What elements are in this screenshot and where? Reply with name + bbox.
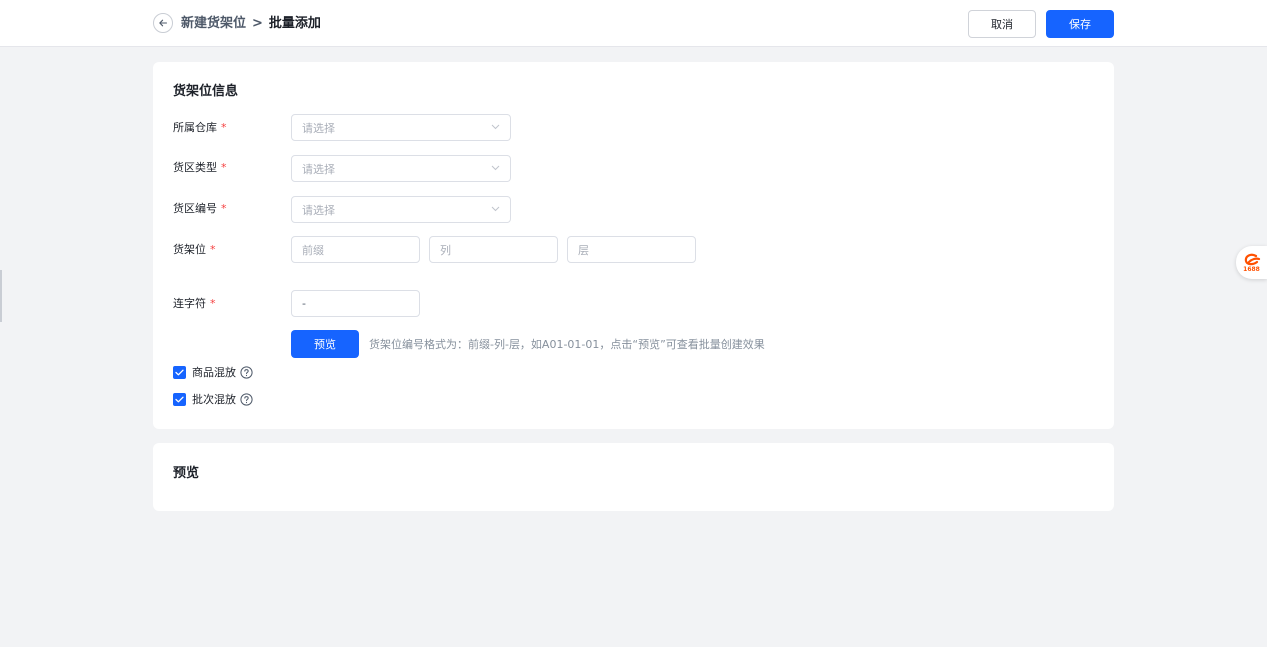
zone-type-select[interactable]: 请选择 (291, 155, 511, 182)
zone-code-placeholder: 请选择 (302, 203, 335, 217)
zone-type-label-text: 货区类型 (173, 161, 217, 174)
format-hint: 货架位编号格式为：前缀-列-层，如A01-01-01，点击“预览”可查看批量创建… (369, 338, 765, 351)
check-icon (175, 369, 184, 375)
shelf-label-text: 货架位 (173, 243, 206, 256)
connector-label-text: 连字符 (173, 297, 206, 310)
connector-label: 连字符 * (173, 296, 216, 312)
top-header: 新建货架位 > 批量添加 取消 保存 (0, 0, 1267, 47)
required-mark: * (221, 161, 227, 174)
check-icon (175, 396, 184, 402)
save-button[interactable]: 保存 (1046, 10, 1114, 38)
shelf-info-card: 货架位信息 所属仓库 * 请选择 货区类型 * 请选择 货区编号 * 请选择 货架位 *… (153, 62, 1114, 429)
alibaba-1688-widget[interactable]: 1688 (1236, 246, 1267, 279)
required-mark: * (210, 297, 216, 310)
help-icon[interactable] (240, 365, 253, 379)
widget-logo-text: 1688 (1243, 265, 1260, 273)
mix-goods-row: 商品混放 (173, 364, 253, 380)
warehouse-select[interactable]: 请选择 (291, 114, 511, 141)
mix-batch-checkbox[interactable] (173, 392, 186, 406)
shelf-column-placeholder: 列 (440, 243, 451, 257)
card-title: 货架位信息 (173, 84, 239, 99)
preview-card: 预览 (153, 443, 1114, 511)
mix-batch-row: 批次混放 (173, 391, 253, 407)
connector-input[interactable]: - (291, 290, 420, 317)
required-mark: * (210, 243, 216, 256)
shelf-layer-placeholder: 层 (578, 243, 589, 257)
chevron-down-icon (491, 124, 500, 130)
breadcrumb-separator: > (252, 16, 263, 31)
left-edge-handle[interactable] (0, 270, 2, 322)
breadcrumb: 新建货架位 > 批量添加 (181, 14, 321, 34)
preview-card-title: 预览 (173, 466, 200, 481)
shelf-label: 货架位 * (173, 242, 216, 258)
help-icon[interactable] (240, 392, 253, 406)
shelf-layer-input[interactable]: 层 (567, 236, 696, 263)
preview-button[interactable]: 预览 (291, 330, 359, 358)
required-mark: * (221, 202, 227, 215)
shelf-column-input[interactable]: 列 (429, 236, 558, 263)
back-button[interactable] (153, 13, 173, 33)
warehouse-label: 所属仓库 * (173, 120, 227, 136)
shelf-prefix-input[interactable]: 前缀 (291, 236, 420, 263)
zone-code-label-text: 货区编号 (173, 202, 217, 215)
cancel-button[interactable]: 取消 (968, 10, 1036, 38)
arrow-left-icon (159, 19, 168, 27)
warehouse-label-text: 所属仓库 (173, 121, 217, 134)
zone-type-label: 货区类型 * (173, 160, 227, 176)
mix-batch-label: 批次混放 (192, 393, 236, 406)
zone-code-label: 货区编号 * (173, 201, 227, 217)
shelf-prefix-placeholder: 前缀 (302, 243, 324, 257)
zone-code-select[interactable]: 请选择 (291, 196, 511, 223)
breadcrumb-parent[interactable]: 新建货架位 (181, 14, 246, 34)
required-mark: * (221, 121, 227, 134)
mix-goods-checkbox[interactable] (173, 365, 186, 379)
warehouse-placeholder: 请选择 (302, 121, 335, 135)
chevron-down-icon (491, 165, 500, 171)
breadcrumb-current: 批量添加 (268, 16, 321, 31)
chevron-down-icon (491, 206, 500, 212)
zone-type-placeholder: 请选择 (302, 162, 335, 176)
mix-goods-label: 商品混放 (192, 366, 236, 379)
connector-value: - (302, 297, 306, 310)
